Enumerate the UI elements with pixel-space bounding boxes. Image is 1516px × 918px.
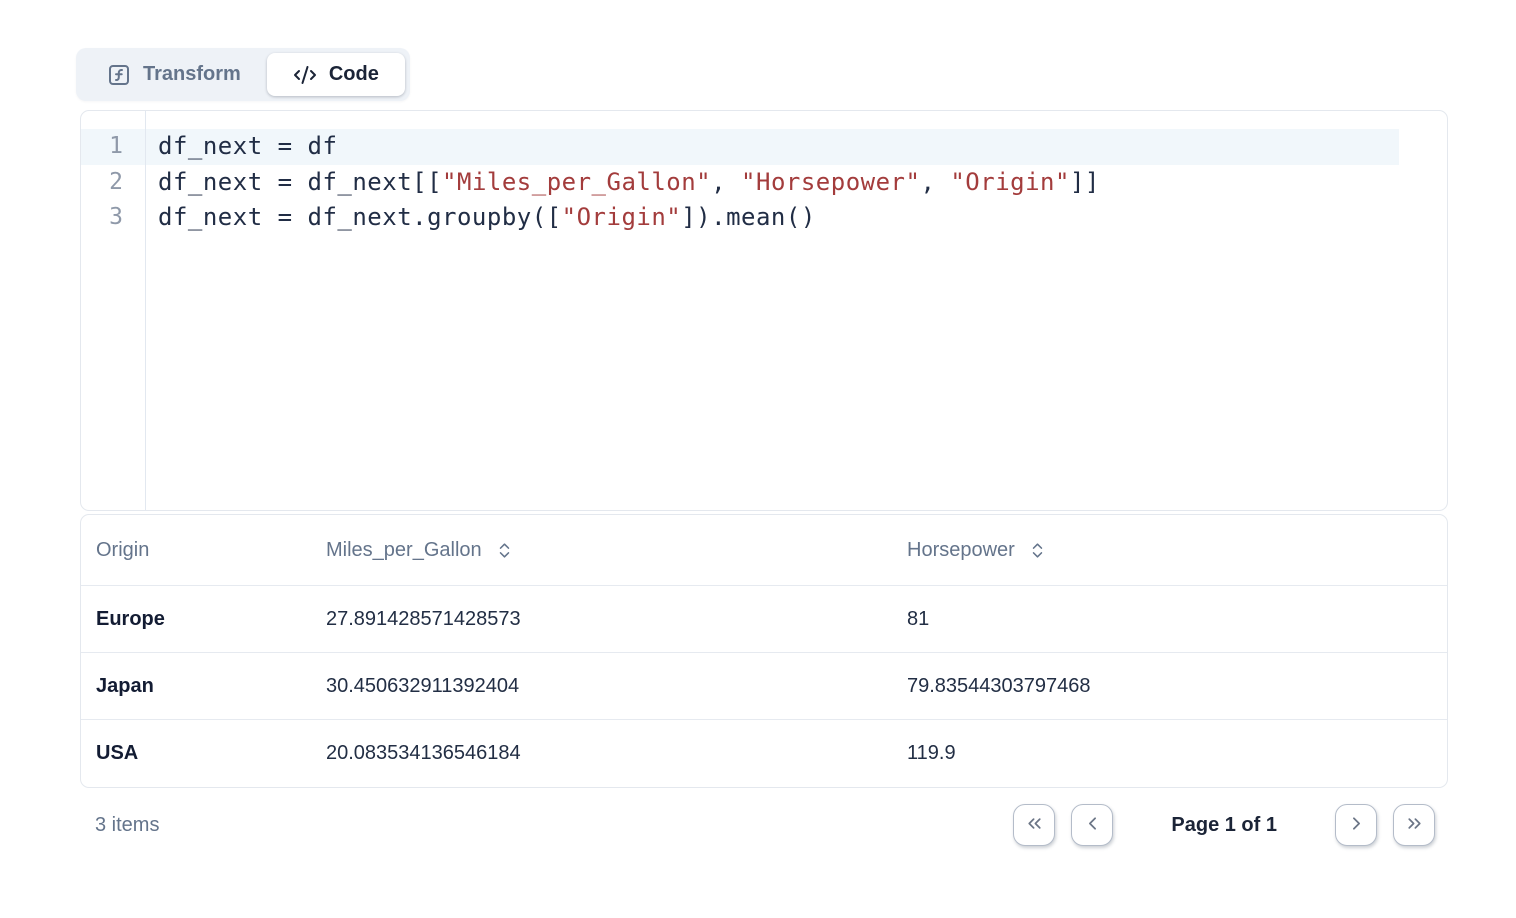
cell-origin: USA bbox=[81, 742, 311, 765]
string-token: "Horsepower" bbox=[741, 168, 920, 196]
code-line[interactable]: df_next = df_next[["Miles_per_Gallon", "… bbox=[146, 165, 1447, 201]
code-token: , bbox=[711, 168, 741, 196]
cell-horsepower: 79.83544303797468 bbox=[892, 675, 1447, 698]
editor-content[interactable]: df_next = df df_next = df_next[["Miles_pe… bbox=[146, 111, 1447, 510]
chevrons-left-icon bbox=[1024, 813, 1045, 837]
string-token: "Origin" bbox=[562, 203, 682, 231]
cell-horsepower: 81 bbox=[892, 608, 1447, 631]
line-number: 1 bbox=[81, 129, 145, 165]
column-header-origin: Origin bbox=[81, 539, 311, 562]
last-page-button[interactable] bbox=[1393, 804, 1435, 846]
page-indicator: Page 1 of 1 bbox=[1171, 814, 1277, 837]
line-number: 2 bbox=[81, 165, 145, 201]
line-number: 3 bbox=[81, 200, 145, 236]
tab-code-label: Code bbox=[329, 63, 379, 86]
table-footer: 3 items Page 1 of 1 bbox=[80, 804, 1448, 846]
prev-page-button[interactable] bbox=[1071, 804, 1113, 846]
code-token: df_next = df bbox=[158, 132, 337, 160]
table-header-row: Origin Miles_per_Gallon Horsepower bbox=[81, 515, 1447, 586]
code-token: ]).mean() bbox=[681, 203, 816, 231]
cell-horsepower: 119.9 bbox=[892, 742, 1447, 765]
column-header-miles_per_gallon[interactable]: Miles_per_Gallon bbox=[311, 539, 892, 562]
tab-transform-label: Transform bbox=[143, 63, 241, 86]
column-header-horsepower[interactable]: Horsepower bbox=[892, 539, 1447, 562]
code-token: , bbox=[920, 168, 950, 196]
table-header: Origin Miles_per_Gallon Horsepower bbox=[81, 515, 1447, 586]
cell-origin: Japan bbox=[81, 675, 311, 698]
items-count: 3 items bbox=[95, 814, 159, 837]
code-line[interactable]: df_next = df_next.groupby(["Origin"]).me… bbox=[146, 200, 1447, 236]
cell-miles_per_gallon: 27.891428571428573 bbox=[311, 608, 892, 631]
code-token: df_next = df_next.groupby([ bbox=[158, 203, 562, 231]
chevrons-right-icon bbox=[1404, 813, 1425, 837]
code-token: ]] bbox=[1070, 168, 1100, 196]
tab-code[interactable]: Code bbox=[267, 53, 405, 96]
chevrons-up-down-icon[interactable] bbox=[495, 541, 514, 560]
function-square-icon bbox=[107, 63, 131, 87]
result-table: OriginMiles_per_GallonHorsepower Europe2… bbox=[80, 514, 1448, 788]
chevrons-up-down-icon[interactable] bbox=[1028, 541, 1047, 560]
tab-transform[interactable]: Transform bbox=[81, 53, 267, 96]
editor-gutter: 123 bbox=[81, 111, 146, 510]
view-toggle: Transform Code bbox=[76, 48, 410, 101]
column-label: Horsepower bbox=[907, 539, 1015, 562]
string-token: "Miles_per_Gallon" bbox=[442, 168, 711, 196]
cell-miles_per_gallon: 20.083534136546184 bbox=[311, 742, 892, 765]
column-label: Miles_per_Gallon bbox=[326, 539, 482, 562]
table-row: USA20.083534136546184119.9 bbox=[81, 720, 1447, 787]
code-xml-icon bbox=[293, 63, 317, 87]
cell-miles_per_gallon: 30.450632911392404 bbox=[311, 675, 892, 698]
next-page-button[interactable] bbox=[1335, 804, 1377, 846]
table-body: Europe27.89142857142857381Japan30.450632… bbox=[81, 586, 1447, 787]
table-row: Europe27.89142857142857381 bbox=[81, 586, 1447, 653]
chevron-left-icon bbox=[1082, 813, 1103, 837]
code-editor[interactable]: 123 df_next = df df_next = df_next[["Mile… bbox=[80, 110, 1448, 511]
first-page-button[interactable] bbox=[1013, 804, 1055, 846]
column-label: Origin bbox=[96, 539, 149, 562]
cell-origin: Europe bbox=[81, 608, 311, 631]
pagination: Page 1 of 1 bbox=[1013, 804, 1435, 846]
table-row: Japan30.45063291139240479.83544303797468 bbox=[81, 653, 1447, 720]
code-line[interactable]: df_next = df bbox=[146, 129, 1399, 165]
code-token: df_next = df_next[[ bbox=[158, 168, 442, 196]
string-token: "Origin" bbox=[950, 168, 1070, 196]
chevron-right-icon bbox=[1346, 813, 1367, 837]
